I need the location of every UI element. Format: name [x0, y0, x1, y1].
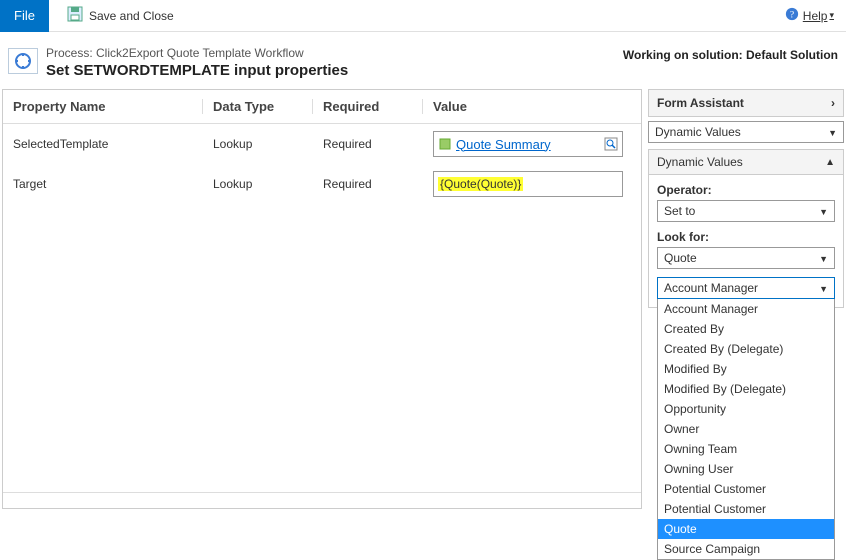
operator-label: Operator: — [657, 183, 835, 197]
lookfor-entity-select[interactable]: Quote — [657, 247, 835, 269]
cell-property: SelectedTemplate — [3, 137, 203, 151]
cell-required: Required — [313, 137, 423, 151]
chevron-right-icon: › — [831, 96, 835, 110]
attribute-dropdown-list: Account ManagerCreated ByCreated By (Del… — [657, 299, 835, 560]
dropdown-option[interactable]: Quote — [658, 519, 834, 539]
process-line: Process: Click2Export Quote Template Wor… — [46, 46, 623, 60]
collapse-icon: ▲ — [825, 157, 835, 168]
file-label: File — [14, 8, 35, 23]
chevron-down-icon: ▾ — [829, 10, 834, 21]
dropdown-option[interactable]: Opportunity — [658, 399, 834, 419]
dynamic-values-panel: Operator: Set to Look for: Quote Account… — [648, 175, 844, 308]
section-label: Dynamic Values — [657, 155, 743, 169]
lookup-field-selectedtemplate[interactable]: Quote Summary — [433, 131, 623, 157]
form-assistant: Form Assistant › Dynamic Values Dynamic … — [648, 89, 844, 509]
target-field[interactable]: {Quote(Quote)} — [433, 171, 623, 197]
help-label: Help — [803, 9, 828, 23]
dynamic-values-section-header[interactable]: Dynamic Values ▲ — [648, 149, 844, 175]
svg-text:?: ? — [790, 10, 794, 21]
help-icon: ? — [785, 7, 803, 24]
dropdown-option[interactable]: Potential Customer — [658, 479, 834, 499]
lookfor-entity-value: Quote — [664, 251, 697, 265]
dropdown-option[interactable]: Owning Team — [658, 439, 834, 459]
dropdown-option[interactable]: Owner — [658, 419, 834, 439]
save-and-close-button[interactable]: Save and Close — [57, 2, 184, 29]
cell-value: {Quote(Quote)} — [423, 171, 641, 197]
table-row: SelectedTemplate Lookup Required Quote S… — [3, 124, 641, 164]
solution-name: Default Solution — [746, 48, 838, 62]
cell-datatype: Lookup — [203, 177, 313, 191]
operator-select[interactable]: Set to — [657, 200, 835, 222]
lookup-link[interactable]: Quote Summary — [456, 137, 551, 152]
dropdown-option[interactable]: Source Campaign — [658, 539, 834, 559]
col-property-name[interactable]: Property Name — [3, 99, 203, 114]
solution-line: Working on solution: Default Solution — [623, 48, 838, 62]
process-icon — [8, 48, 38, 74]
properties-grid: Property Name Data Type Required Value S… — [2, 89, 642, 509]
assistant-mode-value: Dynamic Values — [655, 125, 741, 139]
process-name: Click2Export Quote Template Workflow — [96, 46, 304, 60]
lookfor-attribute-select[interactable]: Account Manager Account ManagerCreated B… — [657, 277, 835, 299]
horizontal-scrollbar[interactable] — [3, 492, 641, 508]
record-icon — [438, 137, 452, 151]
dropdown-option[interactable]: Modified By (Delegate) — [658, 379, 834, 399]
solution-prefix: Working on solution: — [623, 48, 746, 62]
cell-required: Required — [313, 177, 423, 191]
cell-property: Target — [3, 177, 203, 191]
assistant-mode-select[interactable]: Dynamic Values — [648, 121, 844, 143]
process-prefix: Process: — [46, 46, 96, 60]
file-button[interactable]: File — [0, 0, 49, 32]
form-assistant-header[interactable]: Form Assistant › — [648, 89, 844, 117]
form-assistant-title: Form Assistant — [657, 96, 744, 110]
operator-value: Set to — [664, 204, 695, 218]
dropdown-option[interactable]: Owning User — [658, 459, 834, 479]
col-data-type[interactable]: Data Type — [203, 99, 313, 114]
grid-body: SelectedTemplate Lookup Required Quote S… — [3, 124, 641, 492]
help-link[interactable]: ? Help ▾ — [785, 7, 834, 24]
cell-datatype: Lookup — [203, 137, 313, 151]
dropdown-option[interactable]: Modified By — [658, 359, 834, 379]
dropdown-arrow-icon — [819, 204, 828, 218]
grid-header: Property Name Data Type Required Value — [3, 90, 641, 124]
save-icon — [67, 6, 89, 25]
col-value[interactable]: Value — [423, 99, 641, 114]
dropdown-option[interactable]: Potential Customer — [658, 499, 834, 519]
page-header: Process: Click2Export Quote Template Wor… — [0, 32, 846, 89]
lookfor-attribute-value: Account Manager — [664, 281, 758, 295]
table-row: Target Lookup Required {Quote(Quote)} — [3, 164, 641, 204]
slug-value: {Quote(Quote)} — [438, 177, 523, 191]
toolbar: File Save and Close ? Help ▾ — [0, 0, 846, 32]
col-required[interactable]: Required — [313, 99, 423, 114]
dropdown-arrow-icon — [828, 125, 837, 139]
dropdown-arrow-icon — [819, 251, 828, 265]
dropdown-option[interactable]: Account Manager — [658, 299, 834, 319]
save-close-label: Save and Close — [89, 9, 174, 23]
dropdown-arrow-icon — [819, 281, 828, 295]
dropdown-option[interactable]: Created By — [658, 319, 834, 339]
lookup-search-icon[interactable] — [604, 137, 618, 151]
cell-value: Quote Summary — [423, 131, 641, 157]
lookfor-label: Look for: — [657, 230, 835, 244]
dropdown-option[interactable]: Created By (Delegate) — [658, 339, 834, 359]
page-title: Set SETWORDTEMPLATE input properties — [46, 62, 623, 79]
